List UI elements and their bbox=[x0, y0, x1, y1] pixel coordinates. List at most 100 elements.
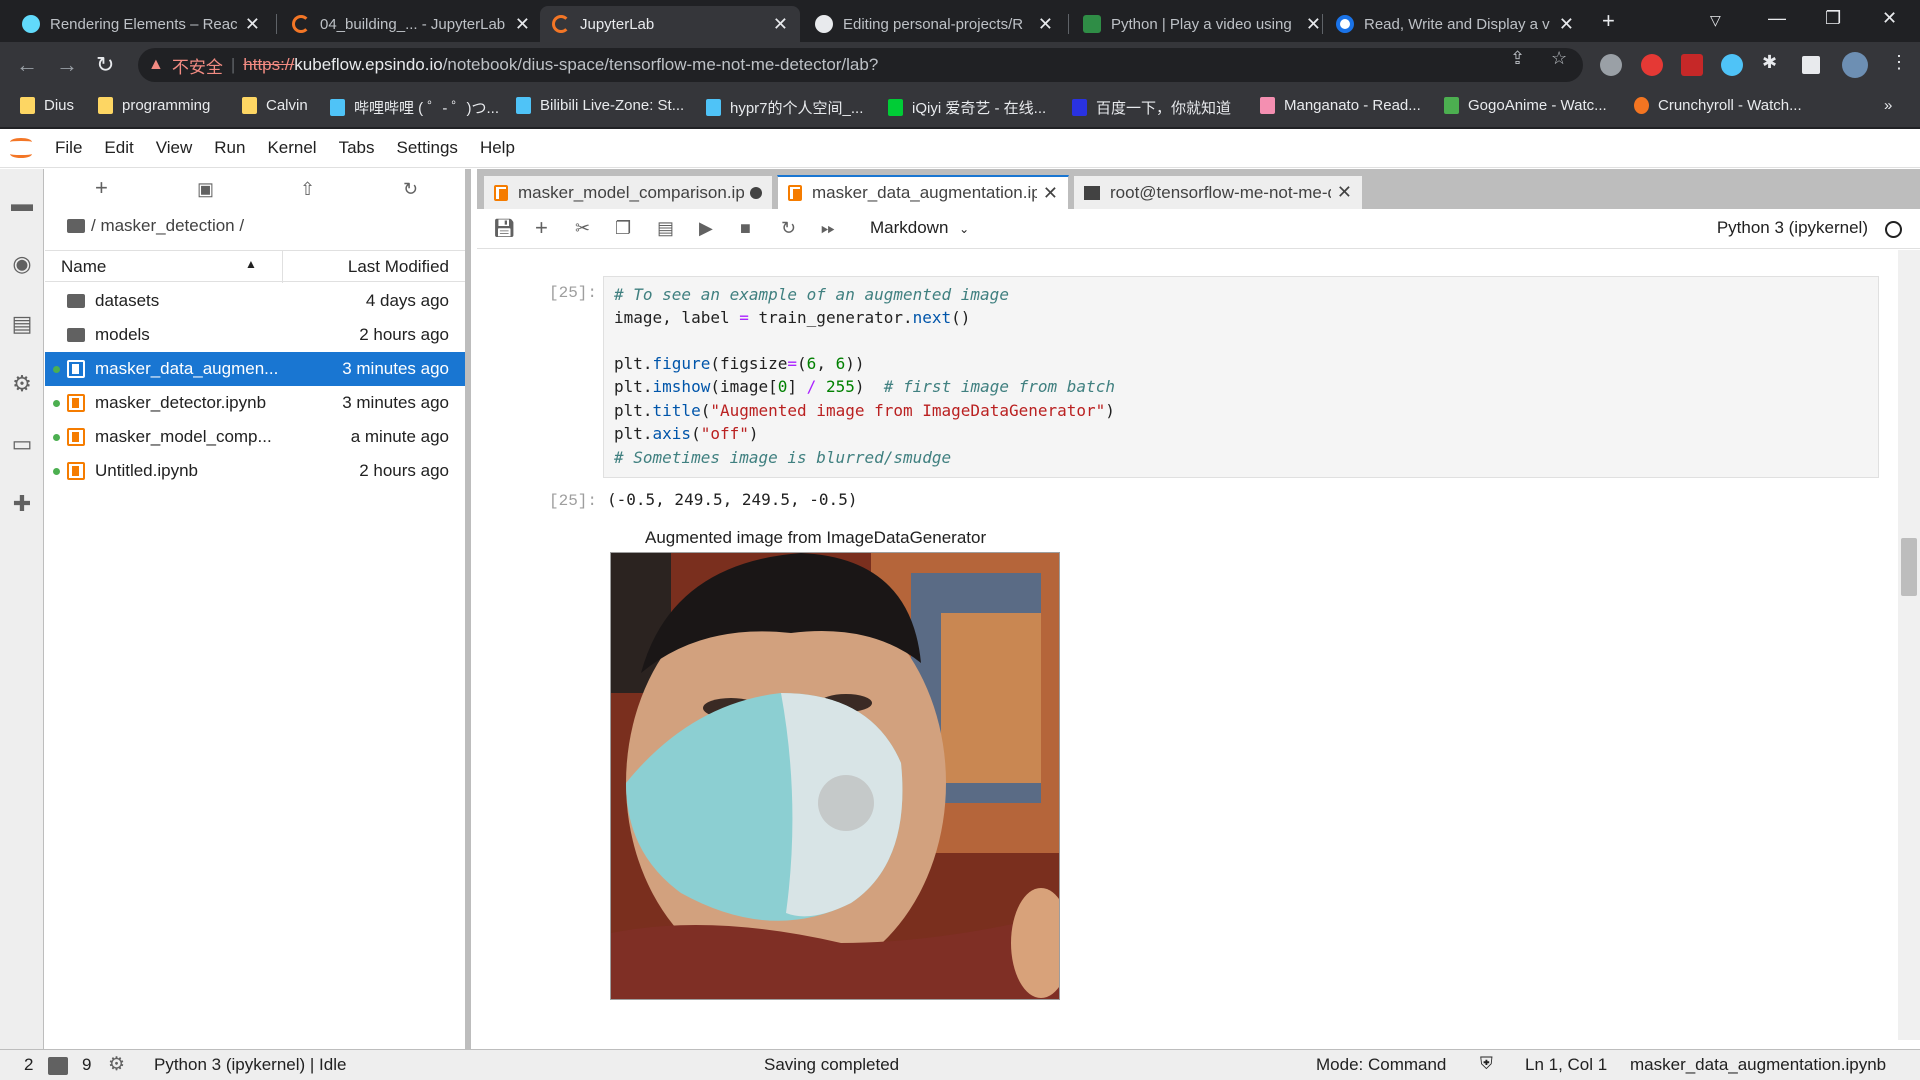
close-icon[interactable]: ✕ bbox=[245, 14, 260, 35]
menu-settings[interactable]: Settings bbox=[386, 138, 469, 158]
cut-icon[interactable]: ✂ bbox=[575, 218, 590, 239]
bookmark-link[interactable]: Manganato - Read... bbox=[1260, 97, 1421, 114]
extensions-puzzle-icon[interactable]: ✱ bbox=[1762, 52, 1777, 73]
extension-notification-icon[interactable] bbox=[1681, 54, 1703, 76]
bookmark-star-icon[interactable]: ☆ bbox=[1551, 48, 1567, 69]
extension-globe-icon[interactable] bbox=[1600, 54, 1622, 76]
file-row-notebook[interactable]: masker_data_augmen... 3 minutes ago bbox=[45, 352, 465, 386]
menu-file[interactable]: File bbox=[44, 138, 93, 158]
trusted-shield-icon[interactable]: ⛨ bbox=[1480, 1054, 1493, 1074]
more-menu-icon[interactable]: ⋮ bbox=[1890, 52, 1908, 73]
window-close-button[interactable]: ✕ bbox=[1882, 8, 1897, 29]
tab-masker-data-augmentation[interactable]: masker_data_augmentation.ipynb ✕ bbox=[777, 175, 1069, 209]
file-row-folder[interactable]: datasets 4 days ago bbox=[45, 284, 465, 318]
reload-button[interactable]: ↻ bbox=[96, 52, 114, 78]
share-icon[interactable]: ⇪ bbox=[1510, 48, 1525, 69]
browser-tab-active[interactable]: JupyterLab ✕ bbox=[540, 6, 800, 42]
running-sessions-icon[interactable]: ◉ bbox=[10, 251, 34, 276]
breadcrumb[interactable]: / masker_detection / bbox=[67, 216, 244, 236]
extension-react-icon[interactable] bbox=[1721, 54, 1743, 76]
browser-tab[interactable]: Read, Write and Display a v ✕ bbox=[1324, 6, 1586, 42]
kernel-count[interactable]: 9 bbox=[82, 1055, 91, 1075]
browser-tab[interactable]: Python | Play a video using ✕ bbox=[1071, 6, 1333, 42]
insert-cell-icon[interactable]: + bbox=[535, 215, 548, 241]
close-icon[interactable]: ✕ bbox=[1337, 182, 1352, 203]
run-icon[interactable]: ▶ bbox=[699, 218, 713, 239]
code-cell-editor[interactable]: # To see an example of an augmented imag… bbox=[603, 276, 1879, 478]
cell-type-select[interactable]: Markdown ⌄ bbox=[870, 218, 969, 238]
close-icon[interactable]: ✕ bbox=[773, 14, 788, 35]
close-icon[interactable]: ✕ bbox=[1559, 14, 1574, 35]
refresh-button[interactable]: ↻ bbox=[403, 179, 418, 200]
new-launcher-button[interactable]: + bbox=[95, 175, 108, 201]
property-inspector-icon[interactable]: ⚙ bbox=[10, 371, 34, 396]
close-icon[interactable]: ✕ bbox=[1038, 14, 1053, 35]
minimize-button[interactable]: — bbox=[1768, 8, 1786, 29]
menu-edit[interactable]: Edit bbox=[93, 138, 144, 158]
restart-kernel-icon[interactable]: ↻ bbox=[781, 218, 796, 239]
close-icon[interactable]: ✕ bbox=[515, 14, 530, 35]
bookmark-link[interactable]: Crunchyroll - Watch... bbox=[1634, 97, 1802, 114]
scrollbar-thumb[interactable] bbox=[1901, 538, 1917, 596]
run-all-icon[interactable]: ⏩︎ bbox=[821, 218, 835, 239]
bookmark-link[interactable]: Bilibili Live-Zone: St... bbox=[516, 97, 684, 114]
new-tab-button[interactable]: + bbox=[1602, 8, 1615, 34]
restore-button[interactable]: ❐ bbox=[1825, 8, 1841, 29]
address-bar[interactable]: ▲ 不安全 | https:// kubeflow.epsindo.io /no… bbox=[138, 48, 1583, 82]
menu-view[interactable]: View bbox=[145, 138, 204, 158]
insecure-label[interactable]: 不安全 bbox=[172, 53, 223, 78]
bookmark-link[interactable]: 百度一下，你就知道 bbox=[1072, 97, 1231, 118]
tab-masker-model-comparison[interactable]: masker_model_comparison.ipynb bbox=[483, 175, 773, 209]
file-row-notebook[interactable]: masker_detector.ipynb 3 minutes ago bbox=[45, 386, 465, 420]
sidepanel-icon[interactable] bbox=[1802, 56, 1820, 74]
tab-search-icon[interactable]: ▽ bbox=[1710, 12, 1721, 29]
file-row-folder[interactable]: models 2 hours ago bbox=[45, 318, 465, 352]
bookmark-folder[interactable]: programming bbox=[98, 97, 210, 114]
file-browser-icon[interactable]: ▬ bbox=[10, 191, 34, 216]
save-icon[interactable]: 💾︎ bbox=[493, 218, 516, 239]
tab-divider bbox=[1322, 14, 1323, 34]
avatar[interactable] bbox=[1842, 52, 1868, 78]
copy-icon[interactable]: ❐ bbox=[615, 218, 631, 239]
bookmarks-overflow-button[interactable]: » bbox=[1884, 97, 1892, 114]
bookmark-link[interactable]: GogoAnime - Watc... bbox=[1444, 97, 1607, 114]
file-row-notebook[interactable]: Untitled.ipynb 2 hours ago bbox=[45, 454, 465, 488]
mode-indicator[interactable]: Mode: Command bbox=[1316, 1055, 1446, 1075]
file-row-notebook[interactable]: masker_model_comp... a minute ago bbox=[45, 420, 465, 454]
forward-button[interactable]: → bbox=[56, 52, 78, 78]
commands-icon[interactable]: ▤ bbox=[10, 311, 34, 336]
column-name[interactable]: Name bbox=[61, 257, 106, 277]
bookmark-link[interactable]: 哔哩哔哩 ( ゜- ゜)つ... bbox=[330, 97, 499, 118]
kernel-name[interactable]: Python 3 (ipykernel) bbox=[1717, 218, 1868, 238]
notebook-icon bbox=[67, 428, 85, 446]
kernel-status[interactable]: Python 3 (ipykernel) | Idle bbox=[154, 1055, 346, 1075]
tabs-icon[interactable]: ▭ bbox=[10, 431, 34, 456]
notebook-scrollbar[interactable] bbox=[1898, 250, 1920, 1040]
file-name: masker_data_augmen... bbox=[95, 359, 279, 378]
extension-manager-icon[interactable]: ✚ bbox=[10, 491, 34, 516]
bookmark-folder[interactable]: Dius bbox=[20, 97, 74, 114]
paste-icon[interactable]: ▤ bbox=[657, 218, 674, 239]
close-icon[interactable]: ✕ bbox=[1043, 183, 1058, 204]
upload-button[interactable]: ⇧ bbox=[300, 179, 315, 200]
bookmark-link[interactable]: hypr7的个人空间_... bbox=[706, 97, 863, 118]
browser-tab[interactable]: Rendering Elements – React ✕ bbox=[10, 6, 272, 42]
back-button[interactable]: ← bbox=[16, 52, 38, 78]
bookmark-folder[interactable]: Calvin bbox=[242, 97, 308, 114]
terminal-count[interactable]: 2 bbox=[24, 1055, 33, 1075]
tab-terminal[interactable]: root@tensorflow-me-not-me-detector ✕ bbox=[1073, 175, 1363, 209]
browser-tab[interactable]: 04_building_... - JupyterLab ✕ bbox=[280, 6, 542, 42]
menu-run[interactable]: Run bbox=[203, 138, 256, 158]
menu-help[interactable]: Help bbox=[469, 138, 526, 158]
extension-adblock-icon[interactable] bbox=[1641, 54, 1663, 76]
bookmark-link[interactable]: iQiyi 爱奇艺 - 在线... bbox=[888, 97, 1046, 118]
cursor-position[interactable]: Ln 1, Col 1 bbox=[1525, 1055, 1607, 1075]
new-folder-button[interactable]: ▣ bbox=[197, 179, 214, 200]
browser-tab[interactable]: Editing personal-projects/R ✕ bbox=[803, 6, 1065, 42]
close-icon[interactable]: ✕ bbox=[1306, 14, 1321, 35]
menu-kernel[interactable]: Kernel bbox=[256, 138, 327, 158]
column-last-modified[interactable]: Last Modified bbox=[348, 257, 449, 277]
menu-tabs[interactable]: Tabs bbox=[328, 138, 386, 158]
stop-icon[interactable]: ■ bbox=[740, 218, 751, 239]
unsaved-dot-icon[interactable] bbox=[750, 186, 762, 199]
